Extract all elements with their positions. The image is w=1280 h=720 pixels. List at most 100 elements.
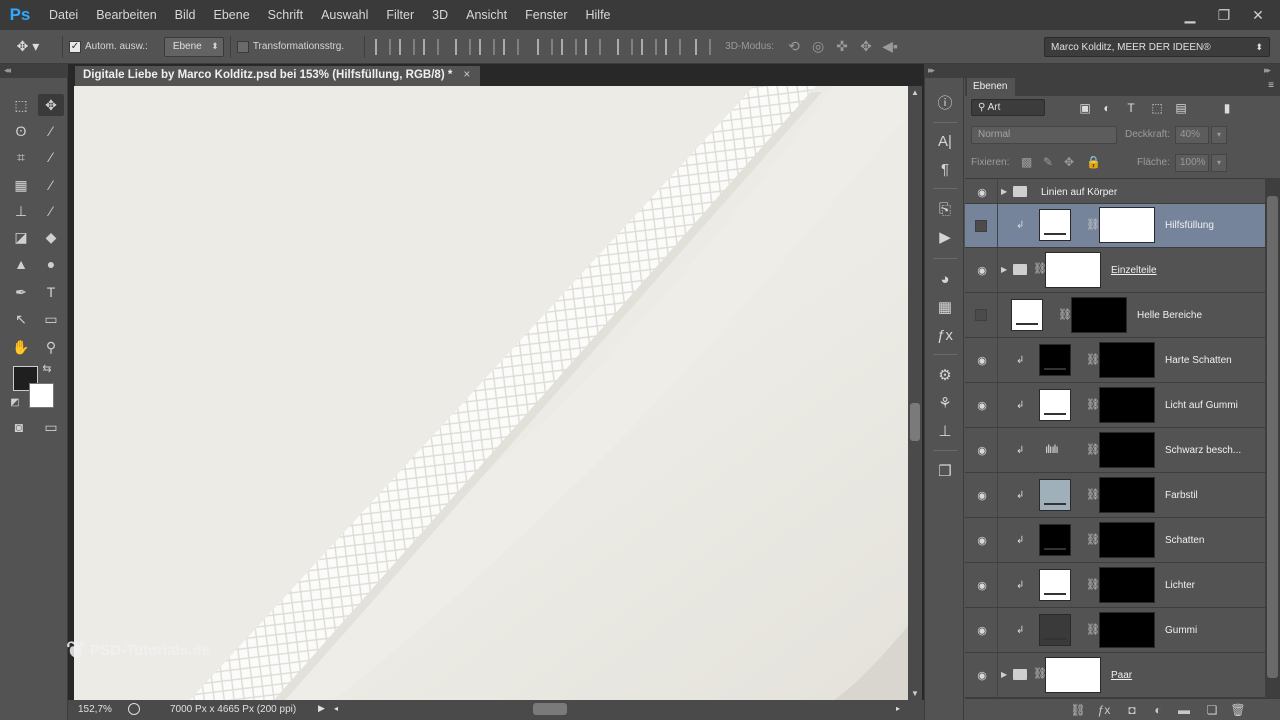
levels-adjustment-icon[interactable]: ılıılı	[1045, 442, 1059, 456]
layer-thumbnail[interactable]	[1039, 524, 1071, 556]
new-adjustment-layer-icon[interactable]: ◐	[1149, 702, 1167, 718]
align-right-icon[interactable]	[503, 38, 520, 55]
3d-panel-icon[interactable]: ❒	[933, 460, 957, 482]
healing-brush-tool-icon[interactable]: ▦	[8, 174, 34, 196]
menu-ansicht[interactable]: Ansicht	[457, 0, 516, 30]
expand-group-icon[interactable]: ▶	[1001, 187, 1007, 196]
fill-input[interactable]: 100%	[1175, 154, 1209, 172]
link-layers-icon[interactable]: ⛓	[1069, 702, 1087, 718]
layer-mask-thumbnail[interactable]	[1099, 342, 1155, 378]
filter-pixel-icon[interactable]: ▣	[1077, 100, 1093, 116]
visibility-eye-icon[interactable]: ◉	[975, 443, 989, 457]
collapse-dock-icon[interactable]: ▸▸	[928, 65, 935, 76]
eyedropper-tool-icon[interactable]: ⁄	[38, 146, 64, 168]
layer-thumbnail[interactable]	[1039, 479, 1071, 511]
auto-select-checkbox[interactable]: ✓	[69, 40, 81, 53]
menu-datei[interactable]: Datei	[40, 0, 87, 30]
pen-tool-icon[interactable]: ✒	[8, 281, 34, 303]
document-tab[interactable]: Digitale Liebe by Marco Kolditz.psd bei …	[75, 66, 481, 86]
scroll-up-icon[interactable]: ▲	[911, 88, 919, 97]
clone-source-panel-icon[interactable]: ⊥	[933, 420, 957, 442]
move-tool-preset-icon[interactable]: ✥ ▾	[0, 38, 56, 55]
status-menu-icon[interactable]: ▶	[318, 703, 325, 714]
clone-stamp-tool-icon[interactable]: ⊥	[8, 200, 34, 222]
visibility-toggle-empty[interactable]	[975, 220, 987, 232]
quick-mask-icon[interactable]: ◙	[6, 416, 32, 438]
crop-tool-icon[interactable]: ⌗	[8, 146, 34, 168]
paragraph-panel-icon[interactable]: ¶	[933, 158, 957, 180]
layer-filter-kind-select[interactable]: ⚲ Art	[971, 99, 1045, 116]
close-button[interactable]: ✕	[1244, 5, 1272, 25]
expand-group-icon[interactable]: ▶	[1001, 670, 1007, 679]
collapse-panels-icon[interactable]: ▸▸	[1264, 65, 1271, 76]
distribute-hcenter-icon[interactable]	[641, 38, 658, 55]
layer-row-helle-bereiche[interactable]: ⛓ Helle Bereiche	[965, 293, 1265, 338]
align-hcenter-icon[interactable]	[479, 38, 496, 55]
styles-panel-icon[interactable]: ƒx	[933, 324, 957, 346]
visibility-eye-icon[interactable]: ◉	[975, 185, 989, 199]
swatches-panel-icon[interactable]: ▦	[933, 296, 957, 318]
canvas-vertical-scroll-thumb[interactable]	[910, 403, 920, 441]
layer-mask-thumbnail[interactable]	[1045, 252, 1101, 288]
dodge-tool-icon[interactable]: ●	[38, 253, 64, 275]
maximize-button[interactable]: ❐	[1210, 5, 1238, 25]
new-layer-icon[interactable]: ❏	[1203, 702, 1221, 718]
distribute-vcenter-icon[interactable]	[561, 38, 578, 55]
menu-3d[interactable]: 3D	[423, 0, 457, 30]
auto-select-target-select[interactable]: Ebene	[163, 36, 224, 57]
path-select-tool-icon[interactable]: ↖	[8, 308, 34, 330]
image-canvas[interactable]	[74, 86, 908, 700]
layer-thumbnail[interactable]	[1039, 344, 1071, 376]
workspace-select[interactable]: Marco Kolditz, MEER DER IDEEN®	[1044, 37, 1270, 57]
eraser-tool-icon[interactable]: ◪	[8, 226, 34, 248]
visibility-eye-icon[interactable]: ◉	[975, 668, 989, 682]
filter-smart-object-icon[interactable]: ▤	[1173, 100, 1189, 116]
layer-row-linien-auf-koerper[interactable]: ◉ ▶ Linien auf Körper	[965, 179, 1265, 204]
menu-schrift[interactable]: Schrift	[259, 0, 312, 30]
layer-thumbnail[interactable]	[1011, 299, 1043, 331]
layers-scroll-thumb[interactable]	[1267, 196, 1278, 678]
menu-hilfe[interactable]: Hilfe	[577, 0, 620, 30]
layer-style-fx-icon[interactable]: ƒx	[1095, 702, 1113, 718]
scroll-down-icon[interactable]: ▼	[911, 689, 919, 698]
adjustments-panel-icon[interactable]: ⚙	[933, 364, 957, 386]
layer-row-paar[interactable]: ◉ ▶ ⛓ Paar	[965, 653, 1265, 698]
paint-bucket-tool-icon[interactable]: ◆	[38, 226, 64, 248]
layer-mask-thumbnail[interactable]	[1099, 432, 1155, 468]
menu-ebene[interactable]: Ebene	[205, 0, 259, 30]
align-top-icon[interactable]	[375, 38, 392, 55]
lock-all-icon[interactable]: 🔒	[1086, 155, 1101, 169]
info-panel-icon[interactable]: ⓘ	[933, 91, 957, 113]
zoom-level[interactable]: 152,7%	[78, 704, 112, 715]
visibility-eye-icon[interactable]: ◉	[975, 578, 989, 592]
layer-thumbnail[interactable]	[1039, 389, 1071, 421]
mask-link-icon[interactable]: ⛓	[1086, 533, 1100, 546]
lock-pixels-icon[interactable]: ✎	[1043, 155, 1053, 169]
layer-mask-thumbnail[interactable]	[1099, 567, 1155, 603]
distribute-bottom-icon[interactable]	[585, 38, 602, 55]
layer-row-einzelteile[interactable]: ◉ ▶ ⛓ Einzelteile	[965, 248, 1265, 293]
scroll-right-icon[interactable]: ▸	[896, 704, 900, 713]
menu-filter[interactable]: Filter	[377, 0, 423, 30]
layer-row-schatten[interactable]: ◉ ↲ ⛓ Schatten	[965, 518, 1265, 563]
3d-rotate-icon[interactable]: ⟲	[785, 38, 803, 55]
brush-tool-icon[interactable]: ⁄	[38, 174, 64, 196]
layer-row-schwarz-besch[interactable]: ◉ ↲ ılıılı ⛓ Schwarz besch...	[965, 428, 1265, 473]
fill-dropdown-icon[interactable]: ▾	[1211, 154, 1227, 172]
distribute-left-icon[interactable]	[617, 38, 634, 55]
menu-fenster[interactable]: Fenster	[516, 0, 576, 30]
3d-roll-icon[interactable]: ◎	[809, 38, 827, 55]
brush-panel-icon[interactable]: ⚘	[933, 392, 957, 414]
layer-row-lichter[interactable]: ◉ ↲ ⛓ Lichter	[965, 563, 1265, 608]
visibility-eye-icon[interactable]: ◉	[975, 398, 989, 412]
mask-link-icon[interactable]: ⛓	[1086, 398, 1100, 411]
mask-link-icon[interactable]: ⛓	[1086, 623, 1100, 636]
layer-thumbnail[interactable]	[1039, 614, 1071, 646]
visibility-eye-icon[interactable]: ◉	[975, 353, 989, 367]
tab-layers[interactable]: Ebenen	[967, 78, 1016, 96]
layer-row-harte-schatten[interactable]: ◉ ↲ ⛓ Harte Schatten	[965, 338, 1265, 383]
expand-toolbox-icon[interactable]: ◂◂	[4, 65, 11, 76]
blend-mode-select[interactable]: Normal	[971, 126, 1117, 144]
layer-mask-thumbnail[interactable]	[1045, 657, 1101, 693]
canvas-vertical-scrollbar[interactable]	[908, 86, 922, 700]
